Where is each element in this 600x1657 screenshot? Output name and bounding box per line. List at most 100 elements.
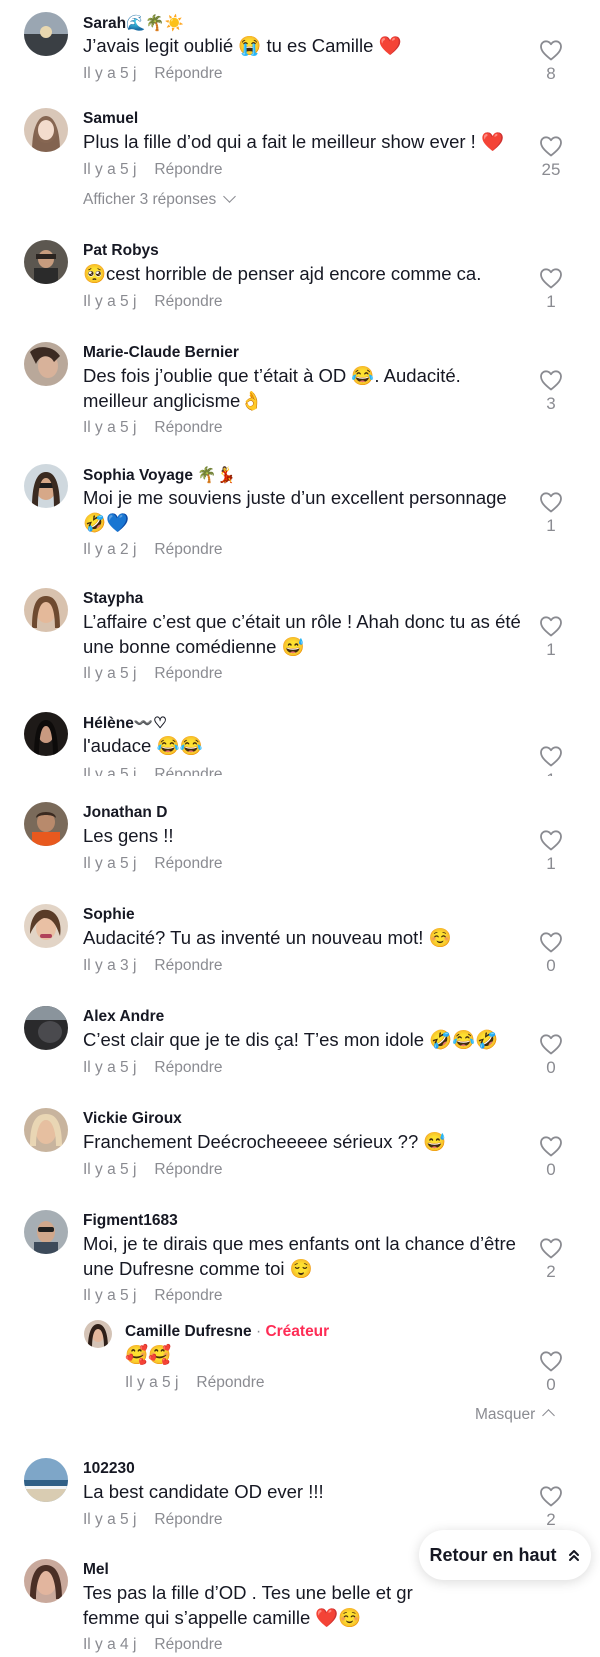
comment-author[interactable]: Sophia Voyage 🌴💃 [83, 466, 236, 485]
reply-button[interactable]: Répondre [154, 293, 222, 310]
comment-author[interactable]: Staypha [83, 590, 143, 608]
comment-author[interactable]: Samuel [83, 110, 138, 128]
creator-name[interactable]: Camille Dufresne [125, 1323, 252, 1340]
comment-time: Il y a 5 j [83, 665, 137, 682]
comment-time: Il y a 5 j [83, 65, 137, 82]
comment-time: Il y a 2 j [83, 541, 137, 558]
separator-dot: · [255, 1323, 262, 1340]
comment-author[interactable]: Figment1683 [83, 1212, 178, 1230]
comment-author[interactable]: Pat Robys [83, 242, 159, 260]
like-button[interactable]: 0 [537, 1033, 565, 1078]
avatar[interactable] [24, 108, 68, 152]
reply-button[interactable]: Répondre [154, 665, 222, 682]
like-count: 1 [546, 292, 556, 311]
comment-author[interactable]: Mel [83, 1561, 109, 1579]
hide-replies-label: Masquer [475, 1406, 536, 1423]
avatar[interactable] [24, 240, 68, 284]
heart-outline-icon [540, 1034, 562, 1055]
avatar[interactable] [24, 802, 68, 846]
avatar[interactable] [24, 464, 68, 508]
comment-time: Il y a 5 j [83, 419, 137, 436]
back-to-top-button[interactable]: Retour en haut [419, 1530, 591, 1580]
comment-time: Il y a 5 j [83, 161, 137, 178]
comment-time: Il y a 5 j [83, 1511, 137, 1528]
avatar[interactable] [24, 1458, 68, 1502]
comment-author[interactable]: Vickie Giroux [83, 1110, 182, 1128]
reply-button[interactable]: Répondre [154, 419, 222, 436]
like-button[interactable]: 1 [537, 615, 565, 660]
comment-meta: Il y a 5 j Répondre [83, 1287, 223, 1305]
comment-text: 🥰🥰 [125, 1344, 172, 1365]
avatar[interactable] [24, 12, 68, 56]
comment-author[interactable]: Alex Andre [83, 1008, 164, 1026]
comment-meta: Il y a 5 j Répondre [83, 665, 223, 683]
reply-button[interactable]: Répondre [196, 1374, 264, 1391]
like-button[interactable]: 0 [537, 1350, 565, 1395]
comment-text: Franchement Deécrocheeeee sérieux ?? 😅 [83, 1131, 447, 1152]
reply-button[interactable]: Répondre [154, 957, 222, 974]
avatar[interactable] [24, 342, 68, 386]
comment-text-line1: Tes pas la fille d’OD . Tes une belle et… [83, 1582, 413, 1603]
like-button[interactable]: 1 [537, 829, 565, 874]
comment-author[interactable]: Marie-Claude Bernier [83, 344, 239, 362]
comment-author[interactable]: Hélène〰️♡ [83, 714, 167, 733]
heart-outline-icon [540, 40, 562, 61]
avatar[interactable] [24, 1006, 68, 1050]
view-replies-button[interactable]: Afficher 3 réponses [83, 190, 237, 209]
comment-author[interactable]: 102230 [83, 1460, 135, 1478]
comment-meta: Il y a 2 j Répondre [83, 541, 223, 559]
heart-outline-icon [540, 1136, 562, 1157]
avatar[interactable] [84, 1320, 112, 1348]
reply-button[interactable]: Répondre [154, 541, 222, 558]
reply-button[interactable]: Répondre [154, 1287, 222, 1304]
like-count: 0 [546, 956, 556, 975]
heart-outline-icon [540, 746, 562, 767]
reply-button[interactable]: Répondre [154, 161, 222, 178]
like-button[interactable]: 2 [537, 1485, 565, 1530]
avatar[interactable] [24, 1210, 68, 1254]
reply-button[interactable]: Répondre [154, 1511, 222, 1528]
comment-author[interactable]: Camille Dufresne · Créateur [125, 1323, 329, 1341]
reply-button[interactable]: Répondre [154, 1636, 222, 1653]
comment-text: Des fois j’oublie que t’était à OD 😂. Au… [83, 365, 461, 411]
like-count: 1 [546, 640, 556, 659]
chevron-up-icon [542, 1409, 556, 1422]
comment-author[interactable]: Sophie [83, 906, 135, 924]
like-button[interactable]: 8 [537, 39, 565, 84]
like-count: 8 [546, 64, 556, 83]
avatar[interactable] [24, 904, 68, 948]
like-button[interactable]: 1 [537, 491, 565, 536]
heart-outline-icon [540, 492, 562, 513]
like-count: 25 [541, 160, 561, 179]
hide-replies-button[interactable]: Masquer [475, 1406, 556, 1424]
like-button[interactable]: 25 [537, 135, 565, 180]
reply-button[interactable]: Répondre [154, 1161, 222, 1178]
comment-meta: Il y a 5 j Répondre [83, 293, 223, 311]
comment-time: Il y a 5 j [83, 1287, 137, 1304]
reply-button[interactable]: Répondre [154, 1059, 222, 1076]
avatar[interactable] [24, 1108, 68, 1152]
heart-outline-icon [540, 370, 562, 391]
scroll-seam [0, 776, 600, 788]
double-chevron-up-icon [568, 1550, 579, 1561]
like-button[interactable]: 3 [537, 369, 565, 414]
back-to-top-label: Retour en haut [429, 1544, 557, 1565]
avatar[interactable] [24, 712, 68, 756]
comment-text: 🥺cest horrible de penser ajd encore comm… [83, 263, 482, 284]
reply-button[interactable]: Répondre [154, 65, 222, 82]
avatar[interactable] [24, 1559, 68, 1603]
like-button[interactable]: 1 [537, 267, 565, 312]
comment-meta: Il y a 5 j Répondre [83, 855, 223, 873]
avatar[interactable] [24, 588, 68, 632]
heart-outline-icon [540, 932, 562, 953]
comment-meta: Il y a 5 j Répondre [125, 1374, 265, 1392]
like-button[interactable]: 0 [537, 1135, 565, 1180]
comment-author[interactable]: Sarah🌊🌴☀️ [83, 14, 184, 33]
reply-button[interactable]: Répondre [154, 855, 222, 872]
like-button[interactable]: 2 [537, 1237, 565, 1282]
comment-text: L’affaire c’est que c’était un rôle ! Ah… [83, 611, 521, 657]
comment-meta: Il y a 5 j Répondre [83, 1059, 223, 1077]
like-button[interactable]: 0 [537, 931, 565, 976]
comment-author[interactable]: Jonathan D [83, 804, 167, 822]
comment-meta: Il y a 4 j Répondre [83, 1636, 223, 1654]
